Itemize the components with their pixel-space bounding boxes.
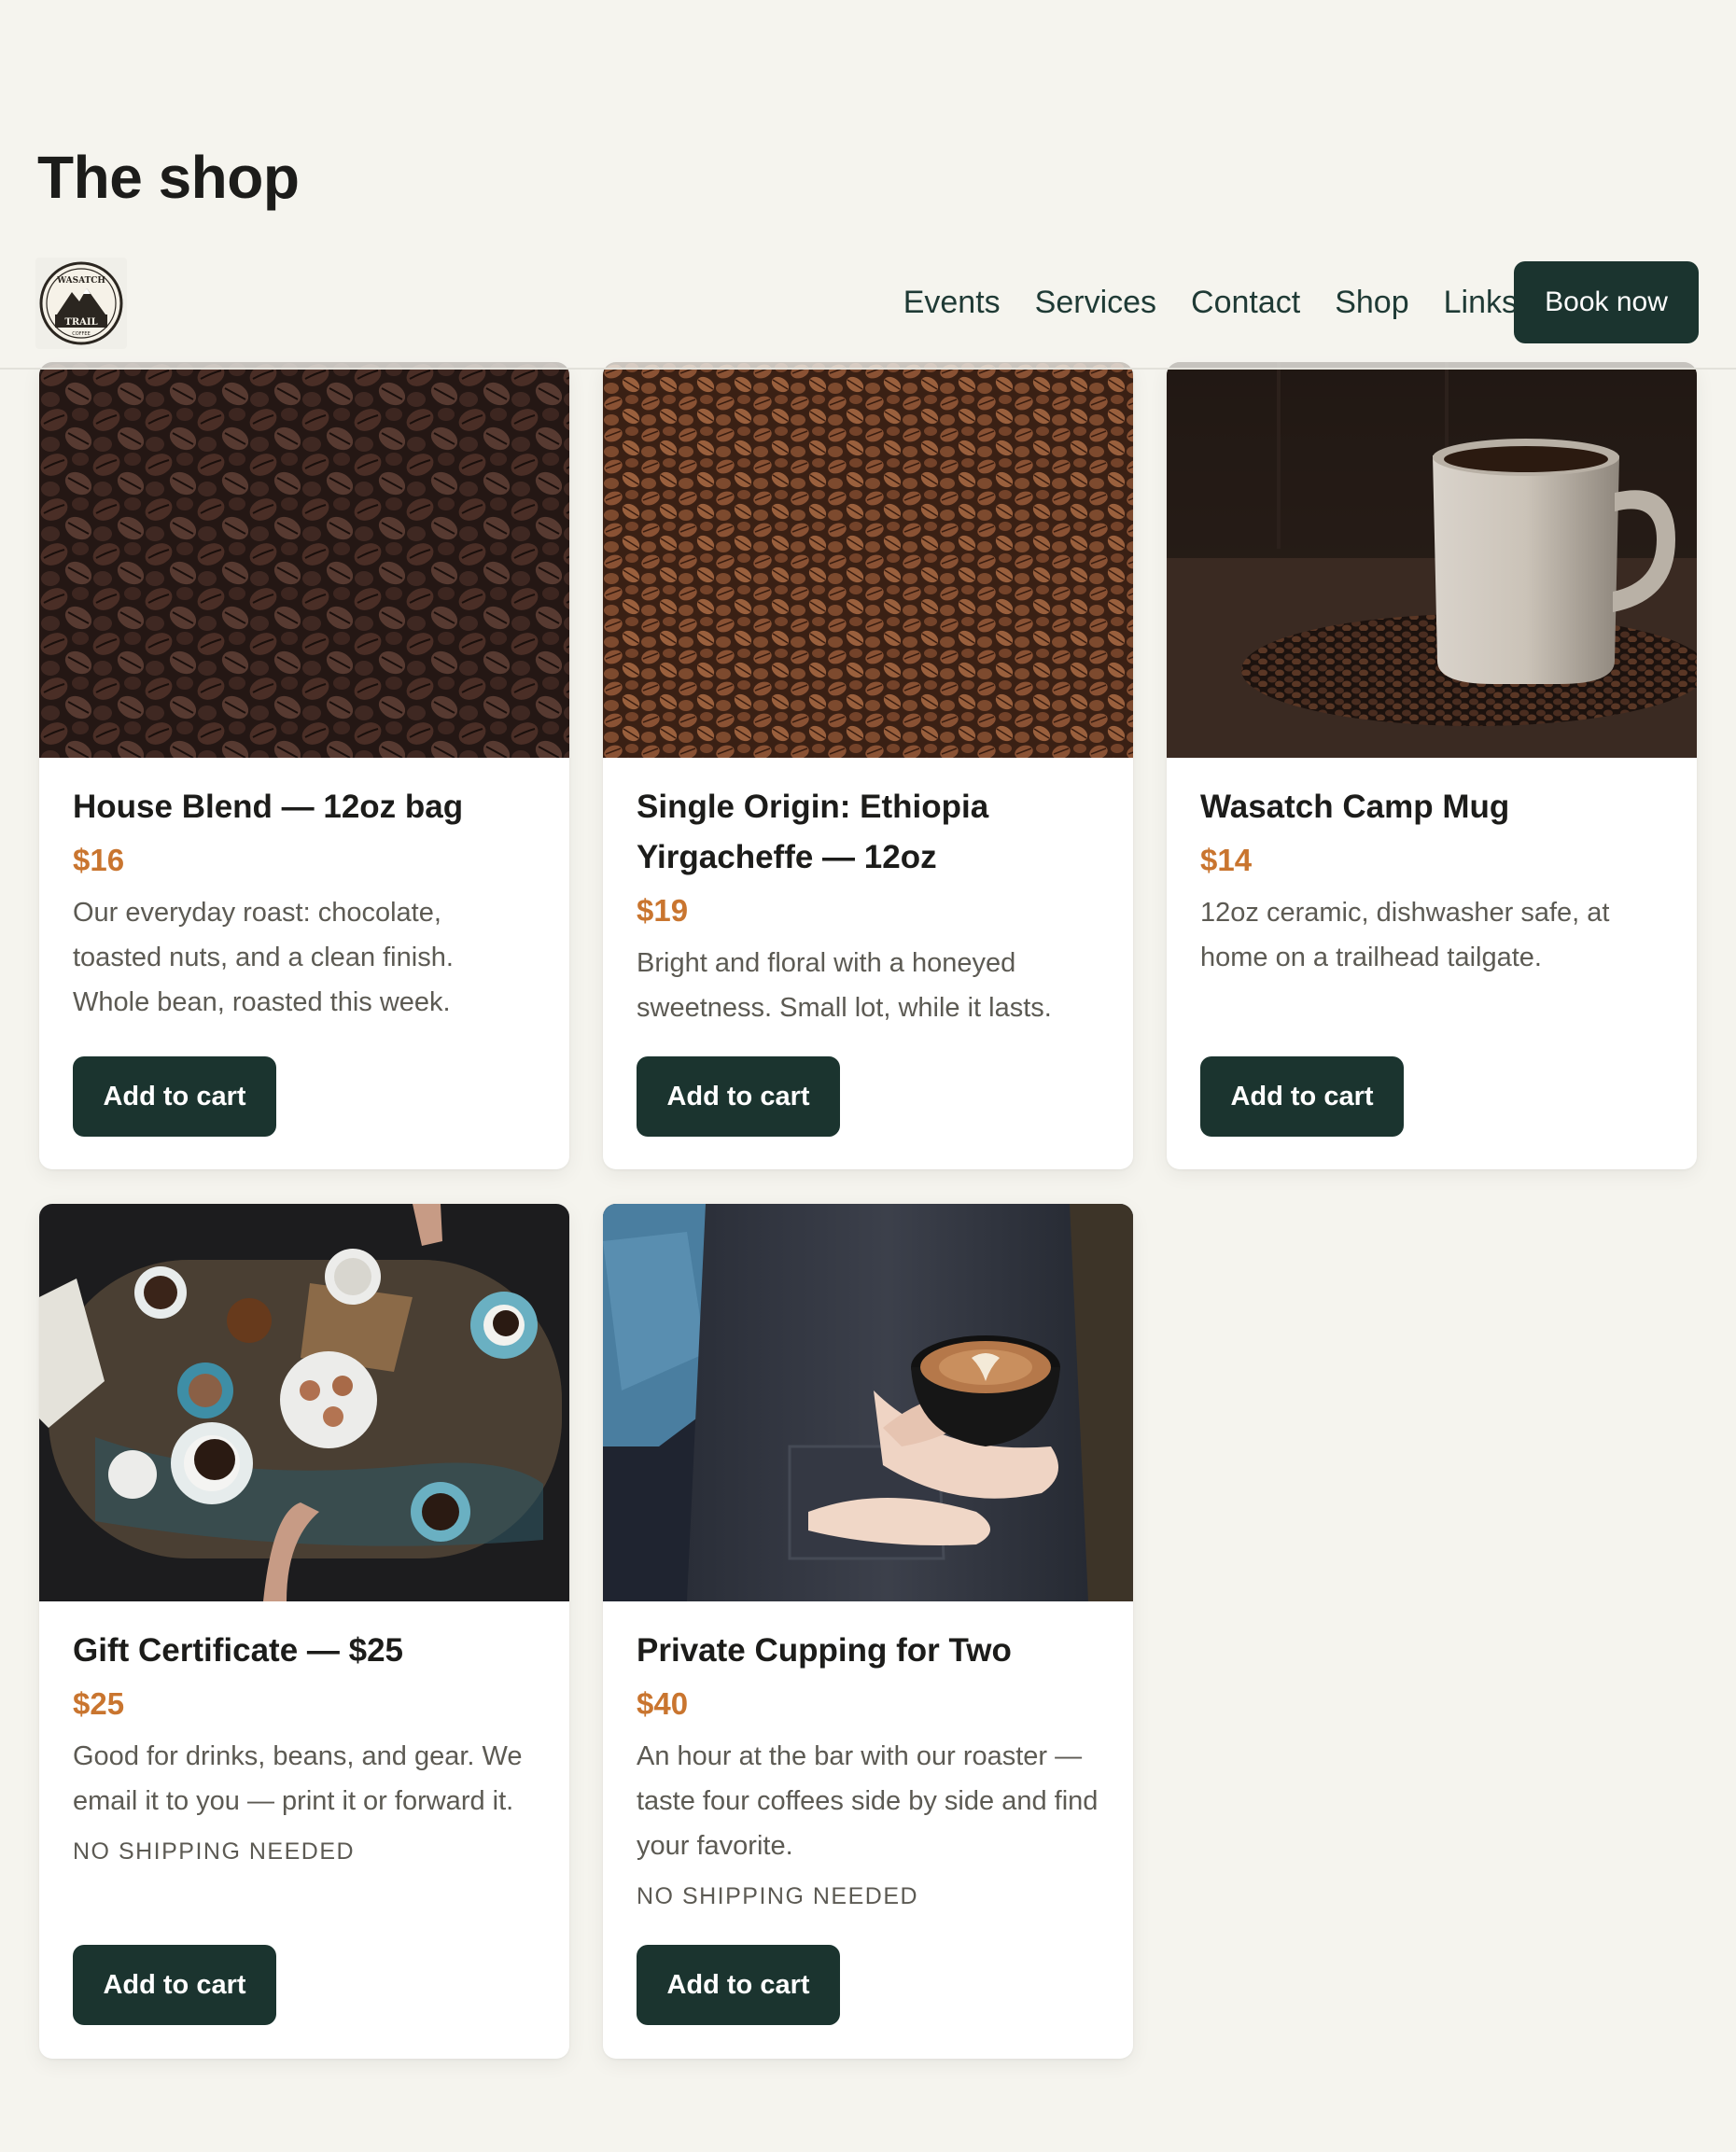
nav-link-contact[interactable]: Contact — [1191, 284, 1300, 322]
product-title: Gift Certificate — $25 — [73, 1632, 403, 1669]
product-card-camp-mug: Wasatch Camp Mug $14 12oz ceramic, dishw… — [1167, 362, 1697, 1169]
product-card-private-cupping: Private Cupping for Two $40 An hour at t… — [603, 1204, 1133, 2059]
nav-link-events[interactable]: Events — [903, 284, 1001, 322]
mug-image — [1167, 362, 1697, 758]
product-title: Single Origin: Ethiopia Yirgacheffe — 12… — [637, 789, 989, 875]
product-title: House Blend — 12oz bag — [73, 789, 464, 825]
shipping-note: NO SHIPPING NEEDED — [73, 1838, 356, 1865]
brand-logo[interactable]: WASATCH TRAIL COFFEE — [35, 258, 127, 349]
coffee-table-image — [39, 1204, 569, 1601]
latte-image — [603, 1204, 1133, 1601]
coffee-beans-image — [603, 362, 1133, 758]
page-title: The shop — [37, 144, 300, 211]
add-to-cart-button[interactable]: Add to cart — [637, 1056, 840, 1137]
product-description: An hour at the bar with our roaster — ta… — [637, 1741, 1099, 1861]
nav-link-links[interactable]: Links — [1444, 284, 1518, 322]
book-now-button[interactable]: Book now — [1514, 261, 1699, 343]
product-card-gift-certificate: Gift Certificate — $25 $25 Good for drin… — [39, 1204, 569, 2059]
product-price: $16 — [73, 843, 125, 877]
product-description: Good for drinks, beans, and gear. We ema… — [73, 1741, 523, 1816]
coffee-beans-image — [39, 362, 569, 758]
product-price: $14 — [1200, 843, 1253, 877]
add-to-cart-button[interactable]: Add to cart — [637, 1945, 840, 2025]
product-description: Our everyday roast: chocolate, toasted n… — [73, 898, 454, 1017]
product-price: $25 — [73, 1686, 125, 1721]
product-description: Bright and floral with a honeyed sweetne… — [637, 948, 1052, 1023]
site-navigation: WASATCH TRAIL COFFEE Events Services Con… — [0, 245, 1736, 370]
svg-text:WASATCH: WASATCH — [56, 276, 105, 286]
product-price: $40 — [637, 1686, 689, 1721]
product-card-ethiopia: Single Origin: Ethiopia Yirgacheffe — 12… — [603, 362, 1133, 1169]
product-description: 12oz ceramic, dishwasher safe, at home o… — [1200, 898, 1610, 972]
product-card-house-blend: House Blend — 12oz bag $16 Our everyday … — [39, 362, 569, 1169]
add-to-cart-button[interactable]: Add to cart — [73, 1056, 276, 1137]
wasatch-trail-logo-icon: WASATCH TRAIL COFFEE — [39, 261, 123, 345]
product-title: Private Cupping for Two — [637, 1632, 1012, 1669]
nav-link-shop[interactable]: Shop — [1335, 284, 1408, 322]
svg-text:TRAIL: TRAIL — [64, 317, 97, 328]
shipping-note: NO SHIPPING NEEDED — [637, 1883, 919, 1909]
add-to-cart-button[interactable]: Add to cart — [73, 1945, 276, 2025]
nav-link-services[interactable]: Services — [1035, 284, 1156, 322]
product-price: $19 — [637, 893, 689, 928]
product-title: Wasatch Camp Mug — [1200, 789, 1510, 825]
add-to-cart-button[interactable]: Add to cart — [1200, 1056, 1404, 1137]
svg-text:COFFEE: COFFEE — [72, 331, 91, 337]
nav-links: Events Services Contact Shop Links — [903, 284, 1518, 322]
